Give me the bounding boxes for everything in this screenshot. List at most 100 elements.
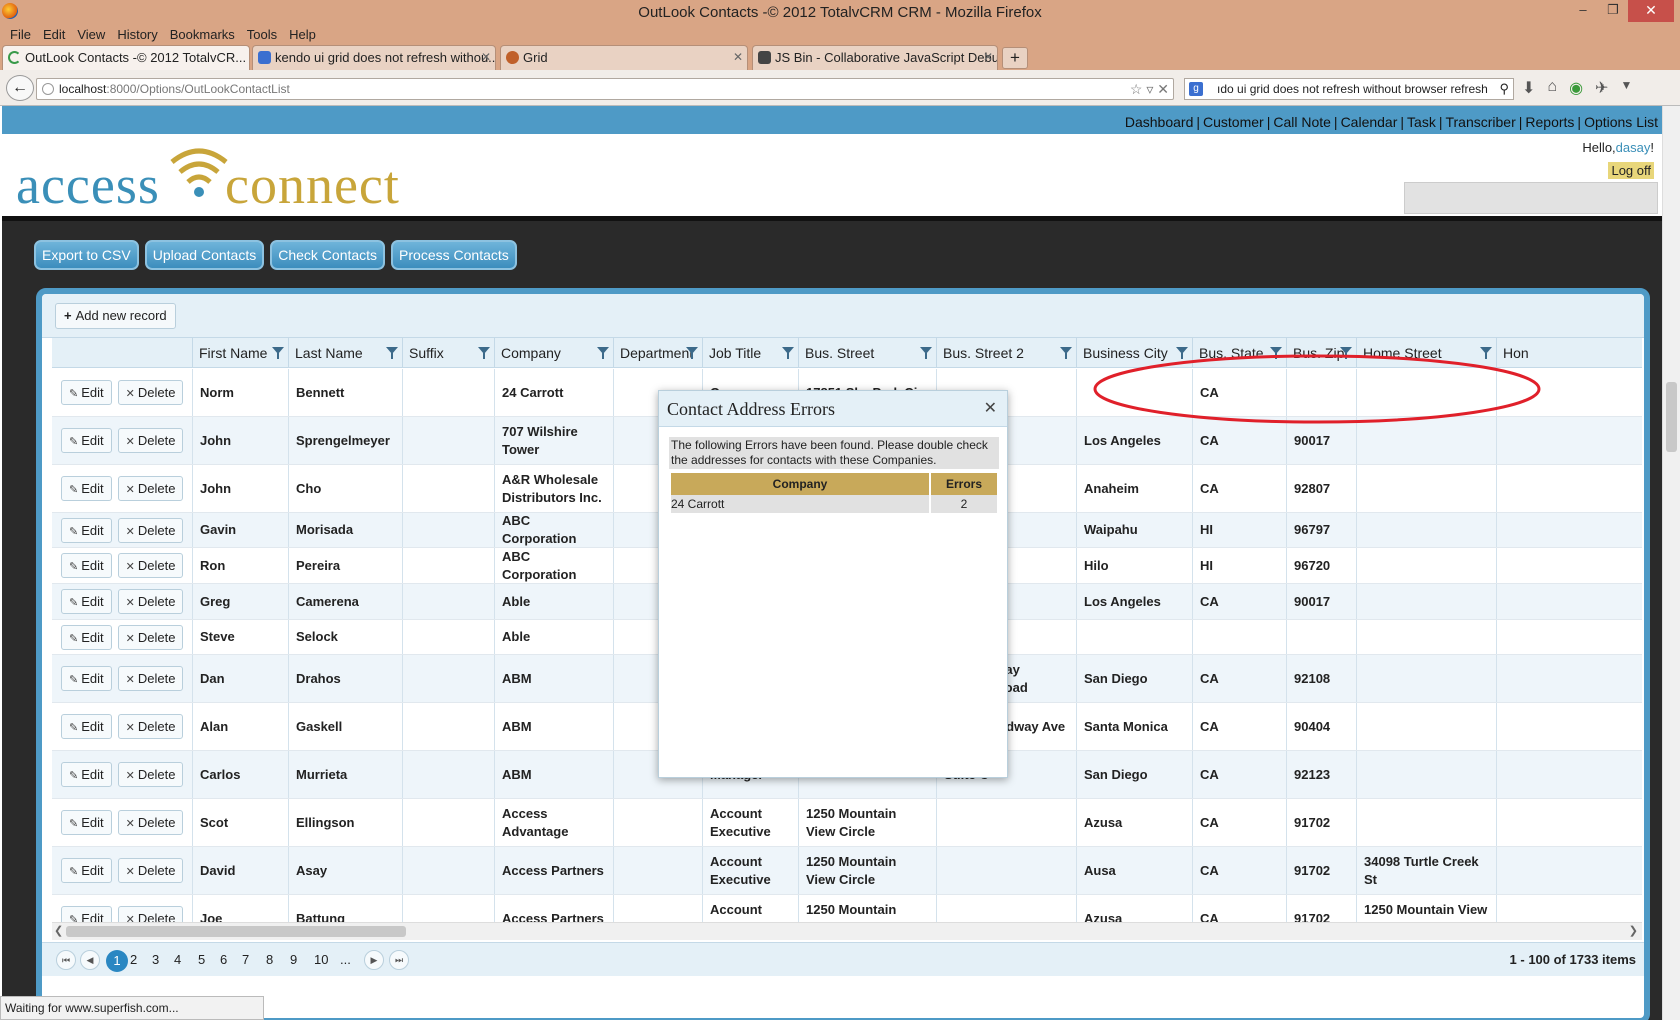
page-vertical-scrollbar[interactable] xyxy=(1662,106,1680,1020)
column-header[interactable]: Department xyxy=(613,338,702,368)
nav-options-list[interactable]: Options List xyxy=(1584,114,1658,130)
page-number[interactable]: 6 xyxy=(220,950,227,970)
edit-button[interactable]: ✎ Edit xyxy=(61,666,112,691)
edit-button[interactable]: ✎ Edit xyxy=(61,380,112,405)
delete-button[interactable]: ✕ Delete xyxy=(117,517,184,543)
star-icon[interactable]: ☆ xyxy=(1130,81,1143,97)
first-page-icon[interactable]: ⏮ xyxy=(56,950,76,970)
column-header[interactable]: Job Title xyxy=(702,338,798,368)
horizontal-scrollbar[interactable]: ❮ ❯ xyxy=(52,922,1642,940)
filter-icon[interactable] xyxy=(686,347,698,359)
page-number[interactable]: 1 xyxy=(106,950,128,972)
column-header[interactable]: Bus. Street 2 xyxy=(936,338,1076,368)
page-number[interactable]: 5 xyxy=(198,950,205,970)
tab-jsbin[interactable]: JS Bin - Collaborative JavaScript Debu..… xyxy=(752,45,998,70)
extension-icon[interactable]: ✈ xyxy=(1595,78,1608,98)
filter-icon[interactable] xyxy=(782,347,794,359)
tab-kendo-search[interactable]: kendo ui grid does not refresh withou...… xyxy=(252,45,496,70)
delete-button[interactable]: ✕ Delete xyxy=(117,553,184,578)
delete-button[interactable]: ✕ Delete xyxy=(117,589,184,614)
page-number[interactable]: 7 xyxy=(242,950,249,970)
edit-button[interactable]: ✎ Edit xyxy=(61,714,112,739)
delete-button[interactable]: ✕ Delete xyxy=(117,380,184,405)
tab-outlook-contacts[interactable]: OutLook Contacts -© 2012 TotalvCR... xyxy=(2,45,250,70)
nav-transcriber[interactable]: Transcriber xyxy=(1445,114,1515,130)
filter-icon[interactable] xyxy=(1480,347,1492,359)
menu-dropdown-icon[interactable]: ▼ xyxy=(1620,78,1632,98)
edit-button[interactable]: ✎ Edit xyxy=(61,428,112,453)
edit-button[interactable]: ✎ Edit xyxy=(61,553,112,578)
filter-icon[interactable] xyxy=(597,347,609,359)
delete-button[interactable]: ✕ Delete xyxy=(117,762,184,787)
last-page-icon[interactable]: ⏭ xyxy=(389,950,409,970)
menu-file[interactable]: File xyxy=(4,26,37,44)
back-arrow-icon[interactable]: ← xyxy=(6,75,34,101)
nav-calendar[interactable]: Calendar xyxy=(1341,114,1398,130)
nav-reports[interactable]: Reports xyxy=(1525,114,1574,130)
delete-button[interactable]: ✕ Delete xyxy=(117,624,184,650)
add-new-record-button[interactable]: + Add new record xyxy=(55,303,176,329)
column-header[interactable]: First Name xyxy=(192,338,288,368)
delete-button[interactable]: ✕ Delete xyxy=(117,714,184,739)
column-header[interactable]: Bus. Zip xyxy=(1286,338,1356,368)
home-icon[interactable]: ⌂ xyxy=(1547,78,1557,98)
prev-page-icon[interactable]: ◀ xyxy=(80,950,100,970)
export-csv-button[interactable]: Export to CSV xyxy=(34,240,139,270)
close-icon[interactable]: ✕ xyxy=(1628,0,1674,22)
header-search-box[interactable] xyxy=(1404,182,1658,214)
filter-icon[interactable] xyxy=(272,347,284,359)
close-icon[interactable]: ✕ xyxy=(984,391,997,427)
tab-close-icon[interactable]: ✕ xyxy=(733,46,743,69)
edit-button[interactable]: ✎ Edit xyxy=(61,589,112,614)
minimize-icon[interactable]: – xyxy=(1568,0,1598,22)
upload-contacts-button[interactable]: Upload Contacts xyxy=(144,240,265,270)
addon-icon[interactable]: ◉ xyxy=(1569,78,1583,98)
scroll-right-icon[interactable]: ❯ xyxy=(1629,924,1638,937)
delete-button[interactable]: ✕ Delete xyxy=(117,476,184,501)
menu-view[interactable]: View xyxy=(71,26,111,44)
delete-button[interactable]: ✕ Delete xyxy=(117,428,184,453)
column-header[interactable]: Hon xyxy=(1496,338,1616,368)
stop-icon[interactable]: ✕ xyxy=(1157,81,1169,97)
delete-button[interactable]: ✕ Delete xyxy=(117,666,184,691)
scroll-left-icon[interactable]: ❮ xyxy=(54,924,63,937)
filter-icon[interactable] xyxy=(386,347,398,359)
page-number[interactable]: 3 xyxy=(152,950,159,970)
new-tab-button[interactable]: + xyxy=(1002,47,1028,69)
edit-button[interactable]: ✎ Edit xyxy=(61,810,112,835)
column-header[interactable]: Suffix xyxy=(402,338,494,368)
menu-history[interactable]: History xyxy=(111,26,163,44)
menu-edit[interactable]: Edit xyxy=(37,26,71,44)
nav-dashboard[interactable]: Dashboard xyxy=(1125,114,1194,130)
tab-close-icon[interactable]: ✕ xyxy=(481,46,491,69)
filter-icon[interactable] xyxy=(1340,347,1352,359)
column-header[interactable]: Last Name xyxy=(288,338,402,368)
next-page-icon[interactable]: ▶ xyxy=(364,950,384,970)
search-input[interactable]: ıdo ui grid does not refresh without bro… xyxy=(1217,82,1488,96)
page-number[interactable]: 4 xyxy=(174,950,181,970)
url-bar[interactable]: localhost:8000/Options/OutLookContactLis… xyxy=(36,78,1174,100)
column-header[interactable]: Home Street xyxy=(1356,338,1496,368)
page-number[interactable]: 10 xyxy=(314,950,328,970)
edit-button[interactable]: ✎ Edit xyxy=(61,476,112,501)
delete-button[interactable]: ✕ Delete xyxy=(117,810,184,835)
filter-icon[interactable] xyxy=(1270,347,1282,359)
filter-icon[interactable] xyxy=(1176,347,1188,359)
filter-icon[interactable] xyxy=(478,347,490,359)
column-header[interactable]: Bus. Street xyxy=(798,338,936,368)
nav-call-note[interactable]: Call Note xyxy=(1273,114,1331,130)
scroll-thumb[interactable] xyxy=(66,926,406,937)
column-header[interactable]: Bus. State xyxy=(1192,338,1286,368)
edit-button[interactable]: ✎ Edit xyxy=(61,762,112,787)
tab-close-icon[interactable]: ✕ xyxy=(983,46,993,69)
page-number[interactable]: ... xyxy=(340,950,351,970)
page-number[interactable]: 8 xyxy=(266,950,273,970)
download-icon[interactable]: ⬇ xyxy=(1522,78,1535,98)
scroll-thumb[interactable] xyxy=(1666,382,1677,452)
delete-button[interactable]: ✕ Delete xyxy=(117,858,184,883)
column-header[interactable]: Company xyxy=(494,338,613,368)
edit-button[interactable]: ✎ Edit xyxy=(61,624,112,650)
search-bar[interactable]: g ıdo ui grid does not refresh without b… xyxy=(1184,78,1514,100)
column-header[interactable]: Business City xyxy=(1076,338,1192,368)
menu-help[interactable]: Help xyxy=(283,26,322,44)
